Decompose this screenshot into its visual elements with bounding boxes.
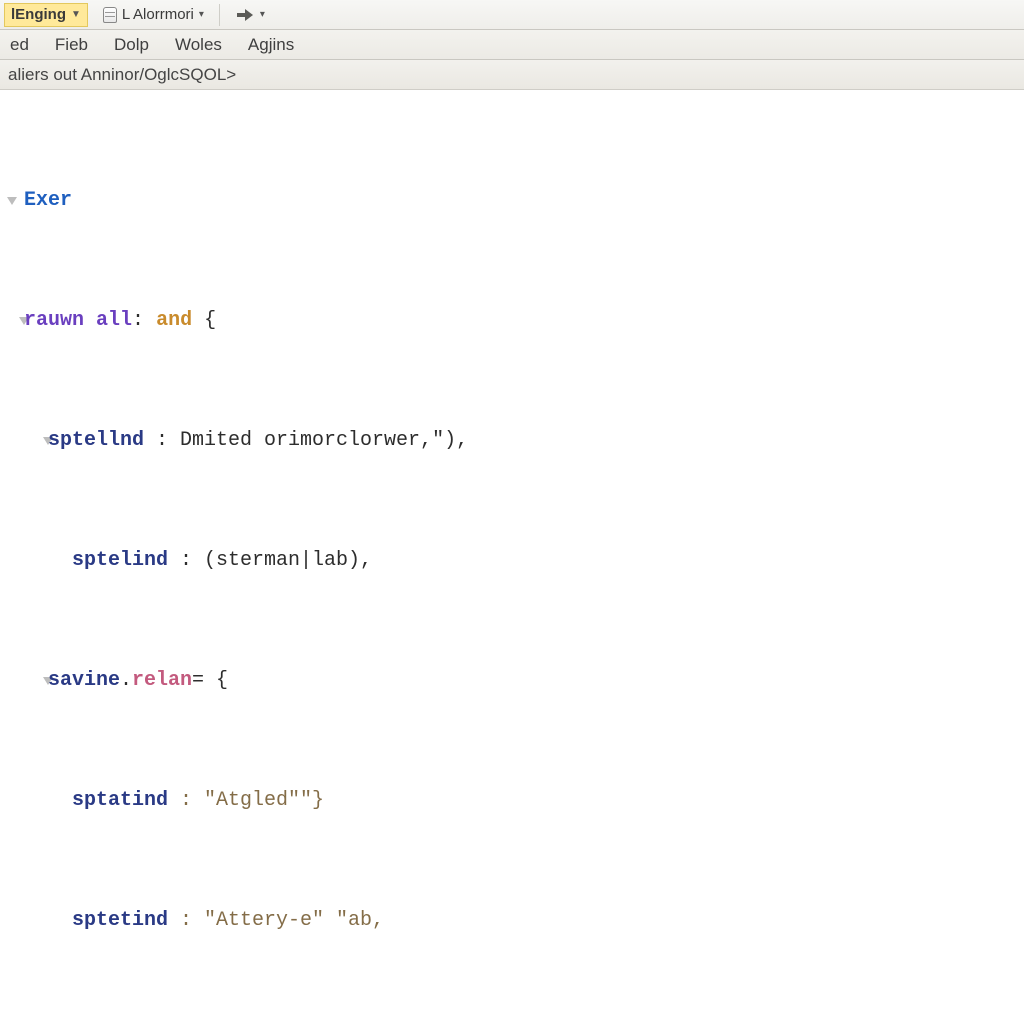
code-text: . <box>120 669 132 692</box>
toolbar: lEnging ▼ L Alorrmori ▾ ▾ <box>0 0 1024 30</box>
code-keyword: relan <box>132 669 192 692</box>
code-keyword: savine <box>48 669 120 692</box>
code-keyword: sptatind <box>72 789 168 812</box>
run-dropdown[interactable]: ▾ <box>228 3 272 27</box>
enging-dropdown[interactable]: lEnging ▼ <box>4 3 88 27</box>
alorrmori-dropdown[interactable]: L Alorrmori ▾ <box>96 3 211 27</box>
enging-label: lEnging <box>11 6 66 23</box>
code-text: : "Attery-e" "ab, <box>168 909 384 932</box>
menu-agjins[interactable]: Agjins <box>244 33 298 57</box>
code-text <box>144 309 156 332</box>
code-keyword: sptellnd <box>48 429 144 452</box>
menubar: ed Fieb Dolp Woles Agjins <box>0 30 1024 60</box>
pathbar: aliers out Anninor/OglcSQOL> <box>0 60 1024 90</box>
toolbar-separator <box>219 4 220 26</box>
code-keyword: Exer <box>24 189 72 212</box>
code-keyword: sptetind <box>72 909 168 932</box>
pathbar-text: aliers out Anninor/OglcSQOL> <box>8 65 236 85</box>
code-text: : Dmited orimorclorwer,"), <box>144 429 468 452</box>
menu-ed[interactable]: ed <box>6 33 33 57</box>
dropdown-caret-icon: ▾ <box>199 9 204 20</box>
dropdown-caret-icon: ▼ <box>71 9 81 20</box>
code-keyword: and <box>156 309 192 332</box>
dropdown-caret-icon: ▾ <box>260 9 265 20</box>
code-text: : <box>132 309 144 332</box>
alorrmori-label: L Alorrmori <box>122 6 194 23</box>
fold-triangle-icon[interactable] <box>7 197 17 205</box>
code-keyword: rauwn all <box>24 309 132 332</box>
menu-dolp[interactable]: Dolp <box>110 33 153 57</box>
database-icon <box>103 7 117 23</box>
run-arrow-icon <box>235 8 255 22</box>
code-text: : "Atgled""} <box>168 789 324 812</box>
code-keyword: sptelind <box>72 549 168 572</box>
code-text: : (sterman|lab), <box>168 549 372 572</box>
code-editor[interactable]: Exer rauwn all: and { sptellnd : Dmited … <box>0 90 1024 1024</box>
code-text: = { <box>192 669 228 692</box>
menu-fieb[interactable]: Fieb <box>51 33 92 57</box>
menu-woles[interactable]: Woles <box>171 33 226 57</box>
code-text: { <box>192 309 216 332</box>
